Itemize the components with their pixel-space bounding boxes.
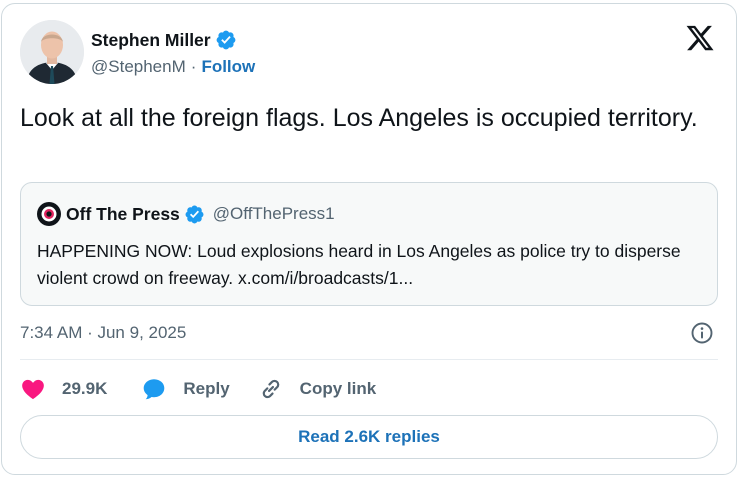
author-info: Stephen Miller @StephenM · Follow: [91, 28, 255, 78]
verified-badge-icon: [216, 30, 236, 50]
reply-bubble-icon: [144, 379, 165, 400]
reply-button[interactable]: Reply: [141, 376, 230, 402]
tweet-timestamp[interactable]: 7:34 AM · Jun 9, 2025: [20, 322, 186, 344]
reply-label: Reply: [183, 379, 230, 398]
action-bar: 29.9K Reply Copy link: [20, 374, 376, 404]
quoted-avatar: [37, 202, 61, 226]
tweet-text: Look at all the foreign flags. Los Angel…: [20, 104, 698, 132]
quoted-tweet-text: HAPPENING NOW: Loud explosions heard in …: [37, 241, 681, 288]
avatar-image: [20, 20, 84, 84]
like-count: 29.9K: [62, 379, 108, 398]
verified-badge-icon: [185, 205, 204, 223]
tweet-header: Stephen Miller @StephenM · Follow: [20, 18, 720, 90]
info-icon[interactable]: [690, 321, 714, 345]
tweet-card: Stephen Miller @StephenM · Follow Look a…: [1, 3, 737, 475]
read-replies-button[interactable]: Read 2.6K replies: [20, 415, 718, 459]
copy-link-button[interactable]: Copy link: [258, 376, 377, 402]
quoted-author-handle: @OffThePress1: [212, 204, 335, 223]
quoted-tweet[interactable]: Off The Press @OffThePress1 HAPPENING NO…: [20, 182, 718, 306]
copy-link-label: Copy link: [299, 379, 377, 398]
x-logo-icon[interactable]: [685, 23, 715, 53]
author-handle[interactable]: @StephenM: [91, 57, 186, 77]
divider: [20, 359, 718, 360]
separator-dot: ·: [190, 57, 197, 76]
author-name[interactable]: Stephen Miller: [91, 30, 211, 51]
quoted-author-name: Off The Press: [66, 203, 180, 224]
heart-icon: [22, 379, 44, 400]
like-button[interactable]: 29.9K: [20, 376, 107, 402]
link-icon: [262, 379, 279, 399]
follow-button[interactable]: Follow: [201, 57, 255, 77]
author-avatar[interactable]: [20, 20, 84, 84]
